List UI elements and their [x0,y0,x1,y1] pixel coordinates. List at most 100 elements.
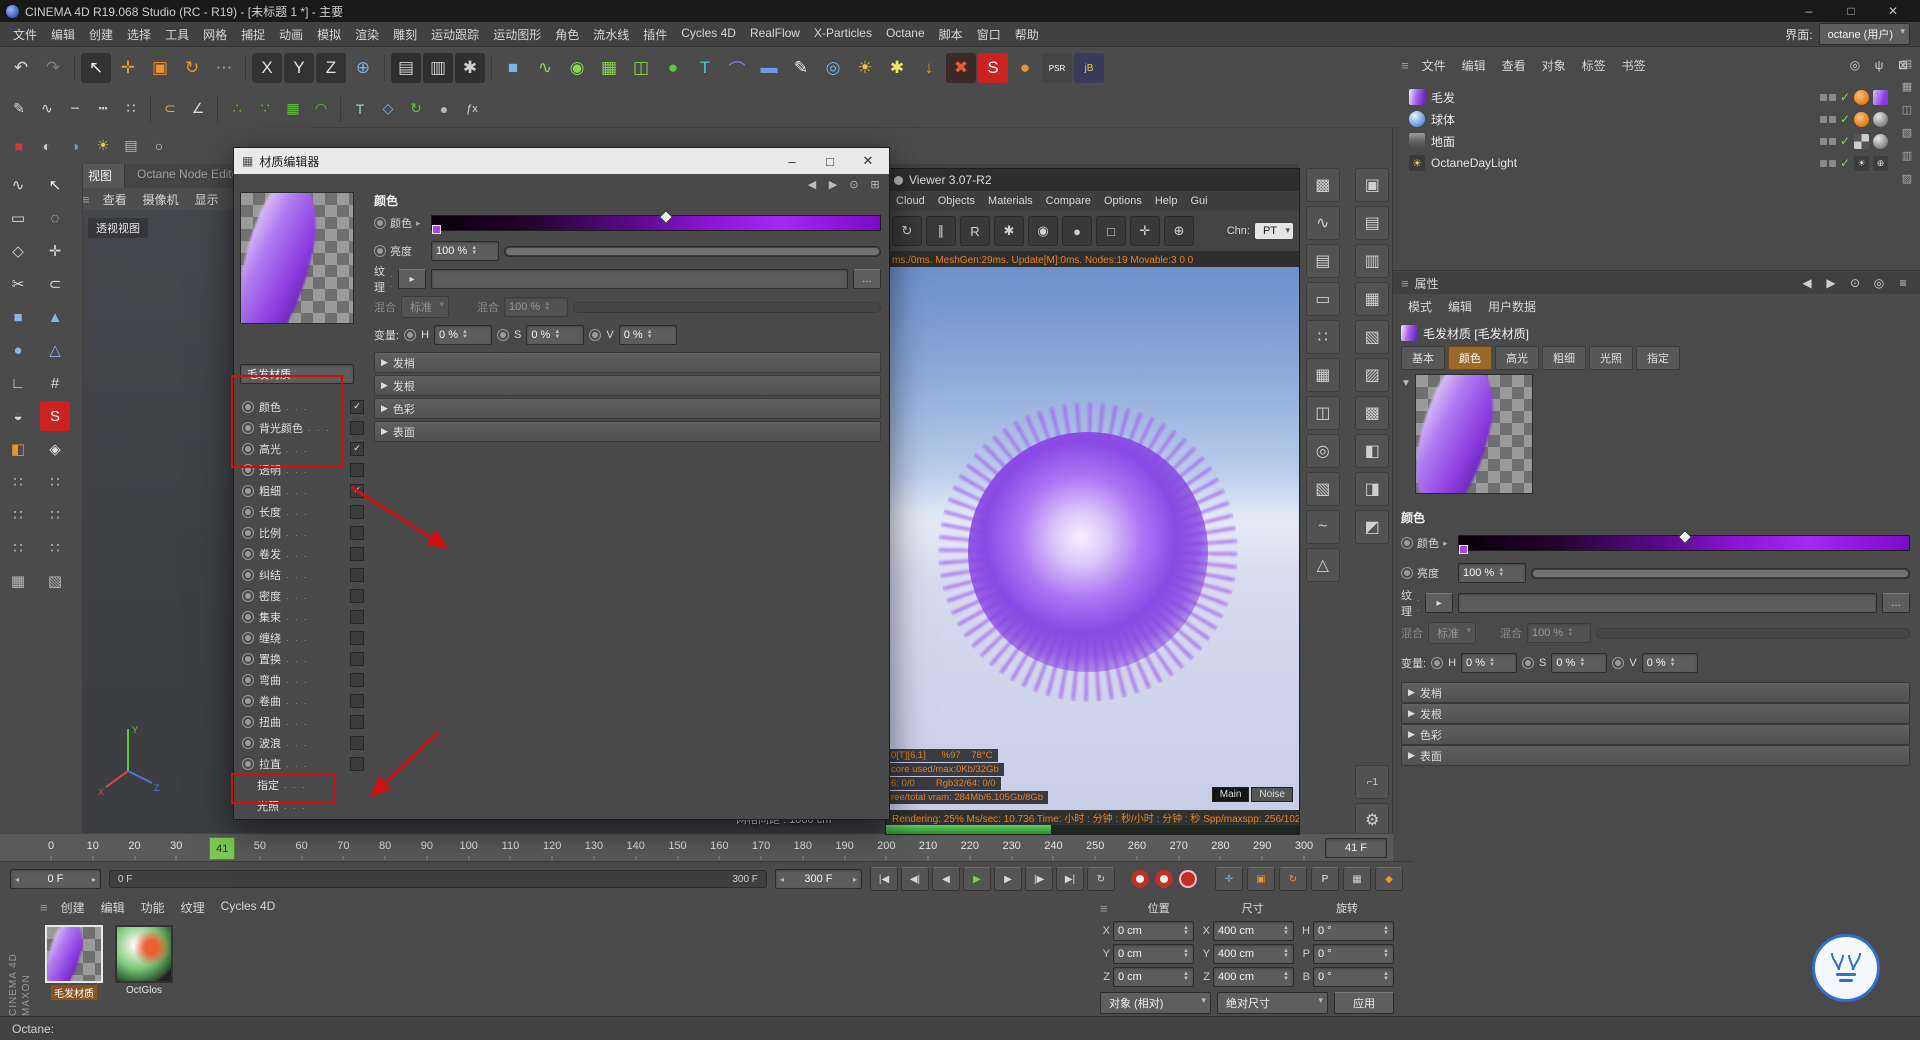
goto-start-button[interactable]: |◀ [870,867,898,891]
search-icon[interactable]: ◎ [1846,56,1864,74]
cube-wire-icon[interactable]: ▧ [40,566,70,596]
sphere-cluster-icon[interactable]: ∵ [252,96,278,122]
minimize-button[interactable]: – [1788,0,1830,22]
octane-render-icon[interactable]: S [978,53,1008,83]
object-manager-menu-2[interactable]: 查看 [1495,55,1533,76]
channel-row-18[interactable]: 指定. . . [240,774,366,795]
panel-tab-icon-4[interactable]: ▧ [1898,123,1916,141]
channel-dot-icon[interactable] [242,569,254,581]
v-field[interactable]: 0 %▲▼ [1642,653,1698,673]
panel-burger-icon[interactable]: ≡ [40,900,48,915]
viewer-menu-4[interactable]: Options [1098,194,1148,208]
close-button[interactable]: ✕ [849,148,887,174]
modeling-icon-2[interactable]: ▤ [1355,206,1389,240]
render-view-icon[interactable]: ▤ [391,53,421,83]
menu-item-2[interactable]: 创建 [82,24,120,45]
size-mode-select[interactable]: 绝对尺寸 [1217,992,1328,1014]
mix-strength-slider[interactable] [573,302,881,313]
dot-grid-icon-2[interactable]: ∷ [40,467,70,497]
enabled-check-icon[interactable]: ✓ [1840,134,1850,148]
tag-purple-icon[interactable] [1873,90,1888,105]
channel-dot-icon[interactable] [1431,657,1443,669]
rotation-record-button[interactable]: ↻ [1279,867,1307,891]
primitive-cone-icon[interactable]: ▲ [40,302,70,332]
attribute-tab-0[interactable]: 基本 [1401,346,1445,370]
attribute-tab-4[interactable]: 光照 [1589,346,1633,370]
tag-dark-sun-icon[interactable]: ☀ [1854,156,1869,171]
platonic-icon[interactable]: ◇ [375,96,401,122]
size-input-X[interactable]: 400 cm▲▼ [1213,921,1294,941]
mix-mode-select[interactable]: 标准 [1428,622,1476,644]
menu-item-8[interactable]: 模拟 [310,24,348,45]
menu-item-9[interactable]: 渲染 [348,24,386,45]
attributes-menu-0[interactable]: 模式 [1401,296,1439,317]
array-icon[interactable]: ▦ [1306,358,1340,392]
channel-checkbox[interactable] [350,652,364,666]
rectangle-selection-icon[interactable]: ▭ [3,203,33,233]
object-manager-menu-4[interactable]: 标签 [1575,55,1613,76]
history-back-icon[interactable]: ◀ [1798,274,1816,292]
scale-tool-icon[interactable]: ▣ [145,53,175,83]
pin-icon[interactable]: ⊙ [1846,274,1864,292]
subdivision-surface-icon[interactable]: ◉ [562,53,592,83]
group-bar-roots[interactable]: ▶发根 [1401,703,1910,724]
modeling-icon-4[interactable]: ▦ [1355,282,1389,316]
history-forward-icon[interactable]: ▶ [1822,274,1840,292]
edge-pen-icon[interactable]: ∿ [34,96,60,122]
v-field[interactable]: 0 %▲▼ [619,325,677,345]
panel-tab-icon-1[interactable]: ▤ [1898,54,1916,72]
channel-row-8[interactable]: 纠结. . . [240,564,366,585]
menu-item-21[interactable]: 窗口 [970,24,1008,45]
dot-grid-icon-3[interactable]: ∷ [3,500,33,530]
channel-dot-icon[interactable] [242,590,254,602]
current-frame-field[interactable]: 41 F [1325,838,1387,858]
reset-icon[interactable]: R [960,216,990,246]
octane-ball-icon[interactable]: S [40,401,70,431]
rotate-tool-icon[interactable]: ↻ [177,53,207,83]
enabled-check-icon[interactable]: ✓ [1840,112,1850,126]
rotation-input-H[interactable]: 0 °▲▼ [1313,921,1394,941]
color-gradient[interactable] [431,215,881,231]
channel-row-3[interactable]: 透明. . . [240,459,366,480]
polygon-selection-icon[interactable]: ◇ [3,236,33,266]
panel-tab-icon-6[interactable]: ▨ [1898,169,1916,187]
falloff-icon[interactable]: △ [1306,548,1340,582]
preview-collapse-icon[interactable]: ▼ [1401,378,1411,389]
viewport-menu-1[interactable]: 摄像机 [136,189,186,210]
record-keyframe-button[interactable] [1131,870,1149,888]
menu-item-22[interactable]: 帮助 [1008,24,1046,45]
brightness-field[interactable]: 100 %▲▼ [431,241,499,261]
modeling-icon-9[interactable]: ◨ [1355,472,1389,506]
goto-end-button[interactable]: ▶| [1056,867,1084,891]
visibility-dots-icon[interactable] [1820,94,1836,101]
channel-row-0[interactable]: 颜色. . .✓ [240,396,366,417]
object-row-OctaneDayLight[interactable]: ☀OctaneDayLight✓☀⊕ [1393,152,1894,174]
texture-expand-button[interactable]: ▸ [398,269,426,289]
viewport-menu-0[interactable]: 查看 [96,189,134,210]
move-axis-icon[interactable]: ✛ [40,236,70,266]
gradient-knob-left-icon[interactable] [432,225,441,234]
channel-row-9[interactable]: 密度. . . [240,585,366,606]
floor-object-icon[interactable]: ▬ [754,53,784,83]
settings-gear-icon[interactable]: ⚙ [1355,803,1389,837]
channel-dot-icon[interactable] [242,401,254,413]
object-manager-menu-5[interactable]: 书签 [1615,55,1653,76]
symmetry-generator-icon[interactable]: ◫ [626,53,656,83]
channel-row-15[interactable]: 扭曲. . . [240,711,366,732]
mix-strength-field[interactable]: 100 %▲▼ [504,297,568,317]
material-item-1[interactable]: OctGlos [114,925,174,1000]
coordinate-mode-select[interactable]: 对象 (相对) [1100,992,1211,1014]
lock-resolution-icon[interactable]: ◉ [1028,216,1058,246]
live-selection-icon[interactable]: ↖ [81,53,111,83]
rotate-nurbs-icon[interactable]: ↻ [403,96,429,122]
channel-checkbox[interactable] [350,463,364,477]
channel-dot-icon[interactable] [404,329,416,341]
modeling-icon-10[interactable]: ◩ [1355,510,1389,544]
channel-select[interactable]: PT [1255,223,1293,239]
interface-select[interactable]: octane (用户) [1819,23,1910,45]
panel-tab-icon-3[interactable]: ◫ [1898,100,1916,118]
render-settings-icon[interactable]: ✱ [455,53,485,83]
object-row-毛发[interactable]: 毛发✓ [1393,86,1894,108]
object-row-地面[interactable]: 地面✓ [1393,130,1894,152]
material-manager-menu-4[interactable]: Cycles 4D [214,897,283,918]
